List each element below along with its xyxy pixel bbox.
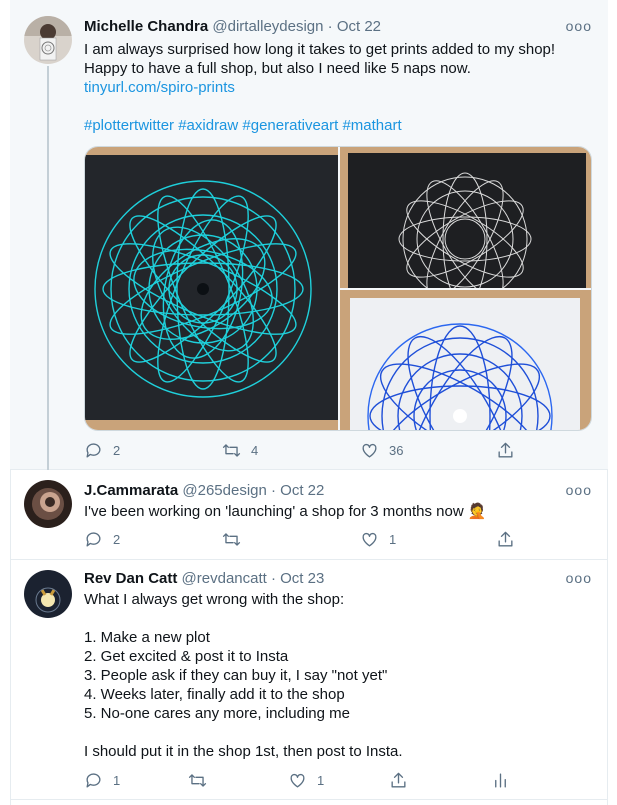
like-count: 1 xyxy=(317,773,325,788)
author-name[interactable]: Rev Dan Catt xyxy=(84,570,177,587)
tweet-text-line: 4. Weeks later, finally add it to the sh… xyxy=(84,686,345,703)
tweet-text-line: 5. No-one cares any more, including me xyxy=(84,705,350,722)
author-name[interactable]: Michelle Chandra xyxy=(84,18,208,35)
more-options-icon[interactable]: ooo xyxy=(566,482,592,498)
avatar[interactable] xyxy=(24,480,72,528)
tweet-text-line: I should put it in the shop 1st, then po… xyxy=(84,743,403,760)
reply-button[interactable]: 1 xyxy=(84,771,120,790)
more-options-icon[interactable]: ooo xyxy=(566,18,592,34)
retweet-icon xyxy=(222,533,241,546)
heart-icon xyxy=(362,443,377,458)
reply-count: 1 xyxy=(113,773,121,788)
reply-count: 2 xyxy=(113,443,121,458)
tweet-text: I am always surprised how long it takes … xyxy=(84,40,594,135)
tweet-text-line: Happy to have a full shop, but also I ne… xyxy=(84,60,471,77)
like-count: 1 xyxy=(389,532,397,547)
tweet-text-line: 2. Get excited & post it to Insta xyxy=(84,648,289,665)
share-icon xyxy=(498,531,513,547)
tweet-header: Rev Dan Catt @revdancatt · Oct 23 xyxy=(84,569,324,589)
like-count: 36 xyxy=(389,443,404,458)
tweet-rev-dan-catt[interactable]: Rev Dan Catt @revdancatt · Oct 23 ooo Wh… xyxy=(10,560,608,800)
share-button[interactable] xyxy=(389,771,408,790)
tweet-text-line: 3. People ask if they can buy it, I say … xyxy=(84,667,388,684)
reply-button[interactable]: 2 xyxy=(84,530,120,549)
share-button[interactable] xyxy=(496,530,515,549)
heart-icon xyxy=(290,773,305,788)
share-icon xyxy=(391,772,406,788)
tweet-actions: 1 1 xyxy=(84,771,524,791)
tweet-text-line xyxy=(84,723,594,742)
tweet-text-line xyxy=(84,609,594,628)
avatar[interactable] xyxy=(24,570,72,618)
tweet-text-line: I am always surprised how long it takes … xyxy=(84,41,556,58)
reply-icon xyxy=(86,443,101,458)
white-spirograph-image[interactable] xyxy=(340,147,591,288)
retweet-button[interactable]: 4 xyxy=(222,441,258,460)
tweet-header: J.Cammarata @265design · Oct 22 xyxy=(84,481,324,501)
reply-icon xyxy=(86,773,101,788)
reply-count: 2 xyxy=(113,532,121,547)
tweet-text: What I always get wrong with the shop: 1… xyxy=(84,590,594,761)
media-grid[interactable] xyxy=(84,146,592,431)
share-icon xyxy=(498,442,513,458)
retweet-icon xyxy=(188,774,207,787)
blue-spirograph-image[interactable] xyxy=(340,290,591,430)
retweet-count: 4 xyxy=(251,443,259,458)
cyan-spirograph-image[interactable] xyxy=(85,147,338,430)
share-button[interactable] xyxy=(496,441,515,460)
more-options-icon[interactable]: ooo xyxy=(566,570,592,586)
like-button[interactable]: 1 xyxy=(360,530,396,549)
handle-date[interactable]: @revdancatt · Oct 23 xyxy=(182,570,325,587)
tweet-header: Michelle Chandra @dirtalleydesign · Oct … xyxy=(84,17,381,37)
handle-date[interactable]: @dirtalleydesign · Oct 22 xyxy=(212,18,381,35)
retweet-button[interactable] xyxy=(222,530,251,549)
tweet-actions: 2 4 36 xyxy=(84,441,514,461)
tweet-link[interactable]: tinyurl.com/spiro-prints xyxy=(84,78,594,97)
avatar[interactable] xyxy=(24,16,72,64)
tweet-cammarata[interactable]: J.Cammarata @265design · Oct 22 ooo I've… xyxy=(10,470,608,560)
like-button[interactable]: 1 xyxy=(288,771,324,790)
handle-date[interactable]: @265design · Oct 22 xyxy=(182,482,324,499)
tweet-text-line: What I always get wrong with the shop: xyxy=(84,591,345,608)
tweet-text-line: 1. Make a new plot xyxy=(84,629,210,646)
heart-icon xyxy=(362,532,377,547)
retweet-icon xyxy=(222,444,241,457)
tweet-text: I've been working on 'launching' a shop … xyxy=(84,503,487,520)
reply-button[interactable]: 2 xyxy=(84,441,120,460)
reply-icon xyxy=(86,532,101,547)
thread-connector xyxy=(47,66,49,470)
analytics-icon xyxy=(495,773,506,788)
tweet-michelle[interactable]: Michelle Chandra @dirtalleydesign · Oct … xyxy=(10,0,608,470)
tweet-hashtags[interactable]: #plottertwitter #axidraw #generativeart … xyxy=(84,116,594,135)
retweet-button[interactable] xyxy=(188,771,217,790)
tweet-actions: 2 1 xyxy=(84,530,514,550)
author-name[interactable]: J.Cammarata xyxy=(84,482,178,499)
like-button[interactable]: 36 xyxy=(360,441,403,460)
analytics-button[interactable] xyxy=(491,771,510,790)
